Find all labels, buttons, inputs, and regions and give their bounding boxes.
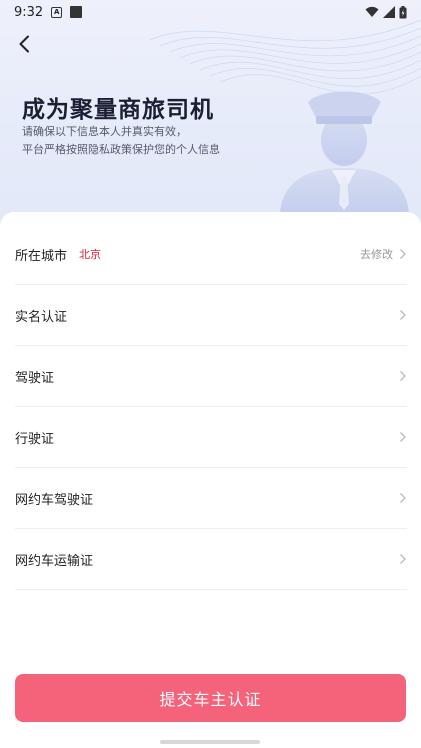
chevron-right-icon [400, 554, 406, 564]
notification-square-icon [70, 6, 83, 18]
hero-banner: 9:32 A 成为聚量商旅司机 请确保以下信息本人并真实有效， 平台严格按照隐私… [0, 0, 421, 240]
row-label: 所在城市 [15, 248, 68, 264]
city-value: 北京 [79, 248, 102, 261]
row-label: 实名认证 [15, 309, 68, 325]
row-label: 驾驶证 [15, 370, 55, 386]
signal-icon [383, 6, 395, 18]
status-time: 9:32 [14, 4, 44, 20]
chevron-right-icon [400, 310, 406, 320]
submit-certification-button[interactable]: 提交车主认证 [15, 674, 406, 722]
notification-a-icon: A [51, 6, 63, 18]
subtitle-line2: 平台严格按照隐私政策保护您的个人信息 [22, 143, 220, 156]
chevron-right-icon [400, 371, 406, 381]
row-real-name[interactable]: 实名认证 [15, 285, 407, 346]
row-driver-license[interactable]: 驾驶证 [15, 346, 407, 407]
chevron-right-icon [400, 432, 406, 442]
row-label: 网约车驾驶证 [15, 492, 94, 508]
chevron-right-icon [400, 249, 406, 259]
status-bar: 9:32 A [0, 0, 421, 24]
row-ride-hailing-driver-license[interactable]: 网约车驾驶证 [15, 468, 407, 529]
row-city[interactable]: 所在城市 北京 去修改 [15, 224, 407, 285]
back-arrow-icon [19, 35, 29, 53]
driver-illustration [280, 91, 409, 217]
battery-icon [399, 5, 407, 18]
edit-city-link[interactable]: 去修改 [360, 246, 393, 262]
page-title: 成为聚量商旅司机 [22, 97, 214, 123]
row-label: 行驶证 [15, 431, 55, 447]
home-indicator [160, 740, 260, 744]
row-vehicle-license[interactable]: 行驶证 [15, 407, 407, 468]
row-label: 网约车运输证 [15, 553, 94, 569]
subtitle-line1: 请确保以下信息本人并真实有效， [22, 125, 187, 138]
back-button[interactable] [10, 30, 38, 58]
chevron-right-icon [400, 493, 406, 503]
wifi-icon [365, 6, 379, 17]
row-ride-hailing-transport-license[interactable]: 网约车运输证 [15, 529, 407, 590]
